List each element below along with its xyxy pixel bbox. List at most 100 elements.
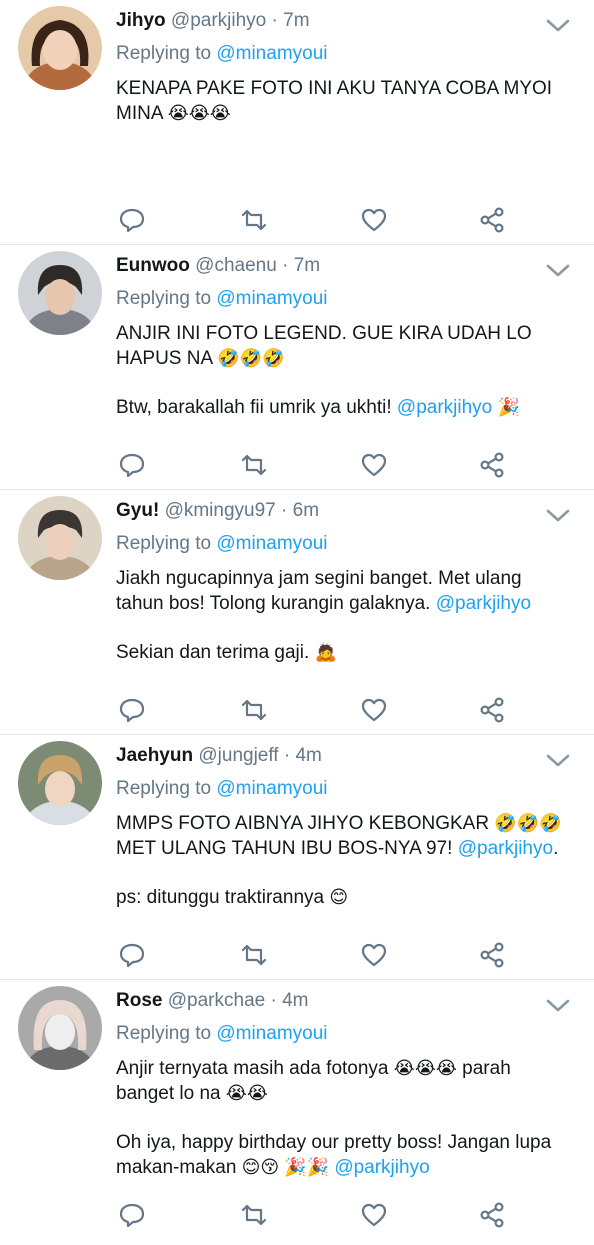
replying-to-label: Replying to: [116, 288, 212, 309]
tweet-header: Jaehyun @jungjeff · 4m: [116, 743, 534, 769]
share-button[interactable]: [478, 1201, 506, 1229]
reply-button[interactable]: [118, 451, 146, 479]
avatar[interactable]: [18, 6, 102, 90]
avatar[interactable]: [18, 741, 102, 825]
tweet-actions: [118, 451, 504, 481]
reply-button[interactable]: [118, 696, 146, 724]
user-handle[interactable]: @jungjeff: [198, 745, 278, 766]
tweet-paragraph-text: MMPS FOTO AIBNYA JIHYO KEBONGKAR: [116, 813, 490, 834]
chevron-down-icon[interactable]: [546, 508, 570, 524]
avatar[interactable]: [18, 496, 102, 580]
retweet-button[interactable]: [240, 696, 268, 724]
replying-to-mention[interactable]: @minamyoui: [216, 43, 327, 64]
avatar[interactable]: [18, 986, 102, 1070]
separator-dot: ·: [281, 500, 288, 521]
chevron-down-icon[interactable]: [546, 753, 570, 769]
mention-link[interactable]: @parkjihyo: [397, 397, 492, 418]
replying-to-mention[interactable]: @minamyoui: [216, 1023, 327, 1044]
tweet-paragraph: Anjir ternyata masih ada fotonya 😭😭😭 par…: [116, 1056, 566, 1106]
share-icon: [480, 942, 504, 968]
display-name[interactable]: Jaehyun: [116, 745, 193, 766]
emoji: 😊😚 🎉🎉: [241, 1157, 330, 1177]
tweet-paragraph: MMPS FOTO AIBNYA JIHYO KEBONGKAR 🤣🤣🤣 MET…: [116, 811, 566, 861]
retweet-button[interactable]: [240, 206, 268, 234]
tweet-paragraph: ps: ditunggu traktirannya 😊: [116, 885, 566, 910]
retweet-icon: [241, 1204, 267, 1226]
share-icon: [480, 207, 504, 233]
reply-button[interactable]: [118, 206, 146, 234]
share-button[interactable]: [478, 206, 506, 234]
chevron-down-icon[interactable]: [546, 18, 570, 34]
chevron-down-icon[interactable]: [546, 998, 570, 1014]
mention-link[interactable]: @parkjihyo: [436, 593, 531, 614]
tweet-paragraph: Oh iya, happy birthday our pretty boss! …: [116, 1130, 566, 1180]
timestamp[interactable]: 7m: [294, 255, 320, 276]
tweet-paragraph-text: Sekian dan terima gaji.: [116, 642, 310, 663]
punctuation: .: [553, 838, 559, 859]
retweet-icon: [241, 699, 267, 721]
chevron-down-icon[interactable]: [546, 263, 570, 279]
display-name[interactable]: Gyu!: [116, 500, 159, 521]
reply-button[interactable]: [118, 941, 146, 969]
replying-to-label: Replying to: [116, 533, 212, 554]
tweet-header: Jihyo @parkjihyo · 7m: [116, 8, 534, 34]
display-name[interactable]: Rose: [116, 990, 162, 1011]
replying-to-mention[interactable]: @minamyoui: [216, 533, 327, 554]
emoji: 😭😭😭: [167, 103, 231, 123]
user-handle[interactable]: @kmingyu97: [165, 500, 276, 521]
share-button[interactable]: [478, 451, 506, 479]
timestamp[interactable]: 4m: [282, 990, 308, 1011]
timestamp[interactable]: 6m: [293, 500, 319, 521]
tweet-text: ANJIR INI FOTO LEGEND. GUE KIRA UDAH LO …: [116, 321, 566, 444]
separator-dot: ·: [283, 745, 291, 766]
share-button[interactable]: [478, 696, 506, 724]
display-name[interactable]: Eunwoo: [116, 255, 190, 276]
heart-icon: [361, 453, 387, 477]
replying-to-label: Replying to: [116, 1023, 212, 1044]
emoji: 🤣🤣🤣: [217, 348, 285, 368]
tweet[interactable]: Jihyo @parkjihyo · 7m Replying to @minam…: [0, 0, 594, 245]
replying-to-label: Replying to: [116, 778, 212, 799]
mention-link[interactable]: @parkjihyo: [458, 838, 553, 859]
mention-link[interactable]: @parkjihyo: [334, 1157, 429, 1178]
user-handle[interactable]: @parkchae: [168, 990, 265, 1011]
timestamp[interactable]: 7m: [283, 10, 309, 31]
retweet-button[interactable]: [240, 451, 268, 479]
tweet-paragraph-text: Anjir ternyata masih ada fotonya: [116, 1058, 389, 1079]
share-icon: [480, 1202, 504, 1228]
heart-icon: [361, 698, 387, 722]
user-handle[interactable]: @chaenu: [195, 255, 277, 276]
tweet[interactable]: Rose @parkchae · 4m Replying to @minamyo…: [0, 980, 594, 1245]
replying-to-mention[interactable]: @minamyoui: [216, 288, 327, 309]
display-name[interactable]: Jihyo: [116, 10, 166, 31]
tweet[interactable]: Gyu! @kmingyu97 · 6m Replying to @minamy…: [0, 490, 594, 735]
tweet[interactable]: Jaehyun @jungjeff · 4m Replying to @mina…: [0, 735, 594, 980]
replying-to-label: Replying to: [116, 43, 212, 64]
like-button[interactable]: [360, 206, 388, 234]
heart-icon: [361, 1203, 387, 1227]
like-button[interactable]: [360, 1201, 388, 1229]
like-button[interactable]: [360, 451, 388, 479]
reply-icon: [119, 208, 145, 233]
retweet-button[interactable]: [240, 1201, 268, 1229]
tweet-paragraph: ANJIR INI FOTO LEGEND. GUE KIRA UDAH LO …: [116, 321, 566, 371]
retweet-icon: [241, 209, 267, 231]
avatar[interactable]: [18, 251, 102, 335]
reply-button[interactable]: [118, 1201, 146, 1229]
tweet-text: Jiakh ngucapinnya jam segini banget. Met…: [116, 566, 566, 689]
tweet-header: Rose @parkchae · 4m: [116, 988, 534, 1014]
replying-to-mention[interactable]: @minamyoui: [216, 778, 327, 799]
emoji: 🎉: [497, 397, 520, 417]
retweet-button[interactable]: [240, 941, 268, 969]
tweet-paragraph-text: MET ULANG TAHUN IBU BOS-NYA 97!: [116, 838, 453, 859]
tweet-actions: [118, 206, 504, 236]
reply-icon: [119, 943, 145, 968]
tweet-actions: [118, 1201, 504, 1231]
timestamp[interactable]: 4m: [295, 745, 321, 766]
tweet[interactable]: Eunwoo @chaenu · 7m Replying to @minamyo…: [0, 245, 594, 490]
like-button[interactable]: [360, 696, 388, 724]
share-button[interactable]: [478, 941, 506, 969]
user-handle[interactable]: @parkjihyo: [171, 10, 266, 31]
like-button[interactable]: [360, 941, 388, 969]
emoji: 🙇: [314, 642, 337, 662]
